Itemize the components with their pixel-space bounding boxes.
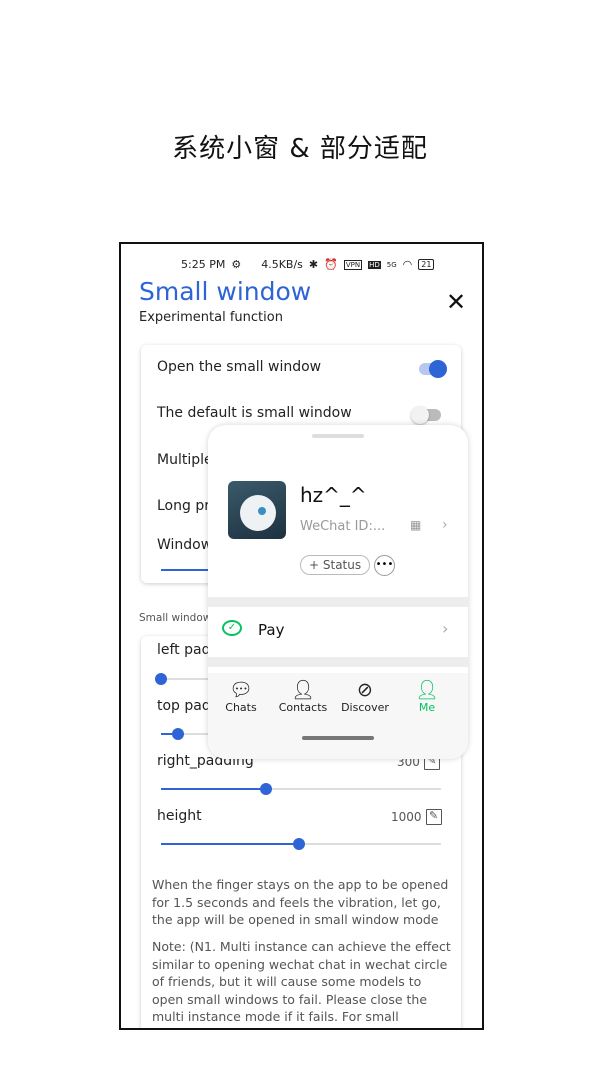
- pay-row[interactable]: ✓ Pay ›: [208, 607, 468, 657]
- chevron-right-icon: ›: [442, 619, 449, 638]
- chat-bubble-icon: 💬︎: [228, 679, 254, 701]
- height-value: 1000 ✎: [391, 809, 442, 825]
- status-bar: 5:25 PM ⚙ 4.5KB/s ✱ ⏰ VPN HD 5G ◠ 21: [181, 258, 435, 271]
- page-subtitle: Experimental function: [139, 310, 283, 325]
- status-button[interactable]: + Status: [300, 555, 371, 575]
- setting-multiple[interactable]: Multiple: [157, 452, 213, 468]
- divider: [208, 657, 468, 667]
- profile-name: hz^_^: [300, 483, 367, 507]
- vpn-badge: VPN: [343, 259, 363, 270]
- slider-right-padding[interactable]: [161, 783, 441, 795]
- tab-label: Contacts: [278, 701, 328, 714]
- slider-label-top-padding: top pad: [157, 698, 211, 714]
- height-number: 1000: [391, 810, 422, 824]
- bottom-tab-bar: 💬︎ Chats 👤︎ Contacts ⊘ Discover 👤︎ Me: [208, 673, 468, 759]
- hd-badge: HD: [368, 260, 381, 269]
- setting-open-small-window: Open the small window: [157, 359, 322, 375]
- pay-label: Pay: [258, 621, 285, 639]
- tab-contacts[interactable]: 👤︎ Contacts: [272, 679, 334, 759]
- qr-code-icon[interactable]: ▦: [410, 518, 421, 532]
- slider-label-height: height: [157, 808, 202, 824]
- wechat-small-window[interactable]: hz^_^ WeChat ID:... ▦ › + Status ••• ✓ P…: [208, 425, 468, 759]
- pay-icon: ✓: [222, 620, 242, 636]
- close-icon[interactable]: ✕: [446, 288, 466, 316]
- description-text: When the finger stays on the app to be o…: [152, 877, 449, 927]
- page-title: Small window: [139, 277, 312, 306]
- tab-label: Discover: [341, 701, 389, 714]
- compass-icon: ⊘: [357, 679, 373, 701]
- wechat-id: WeChat ID:...: [300, 519, 386, 534]
- wifi-icon: ◠: [402, 258, 413, 271]
- contacts-icon: 👤︎: [290, 679, 316, 701]
- section-label: Small window: [139, 612, 212, 624]
- toggle-open-small-window[interactable]: [419, 360, 447, 378]
- setting-window[interactable]: Window: [157, 537, 212, 553]
- page-caption: 系统小窗 & 部分适配: [172, 134, 428, 164]
- battery-icon: 21: [418, 259, 435, 270]
- tab-label: Me: [418, 701, 436, 714]
- chevron-right-icon[interactable]: ›: [442, 517, 448, 533]
- divider: [208, 597, 468, 607]
- drag-handle[interactable]: [312, 434, 364, 438]
- tab-label: Chats: [225, 701, 257, 714]
- signal-icon: 5G: [386, 260, 397, 269]
- home-indicator[interactable]: [302, 736, 374, 740]
- person-icon: 👤︎: [414, 679, 440, 701]
- more-icon[interactable]: •••: [374, 555, 395, 576]
- tab-me[interactable]: 👤︎ Me: [396, 679, 458, 759]
- status-time: 5:25 PM: [181, 258, 226, 271]
- network-speed: 4.5KB/s: [261, 258, 303, 271]
- slider-label-left-padding: left pad: [157, 642, 211, 658]
- phone-screen: 5:25 PM ⚙ 4.5KB/s ✱ ⏰ VPN HD 5G ◠ 21 Sma…: [119, 242, 484, 1030]
- tab-chats[interactable]: 💬︎ Chats: [210, 679, 272, 759]
- setting-long-press[interactable]: Long pr: [157, 498, 210, 514]
- alarm-icon: ⏰: [324, 258, 338, 271]
- edit-icon[interactable]: ✎: [425, 809, 442, 825]
- settings-icon: ⚙: [231, 258, 242, 271]
- slider-height[interactable]: [161, 838, 441, 850]
- toggle-default-small-window[interactable]: [411, 406, 441, 424]
- note-text: Note: (N1. Multi instance can achieve th…: [152, 939, 451, 1024]
- bluetooth-icon: ✱: [308, 258, 319, 271]
- setting-default-small-window: The default is small window: [157, 405, 352, 421]
- avatar[interactable]: [228, 481, 286, 539]
- tab-discover[interactable]: ⊘ Discover: [334, 679, 396, 759]
